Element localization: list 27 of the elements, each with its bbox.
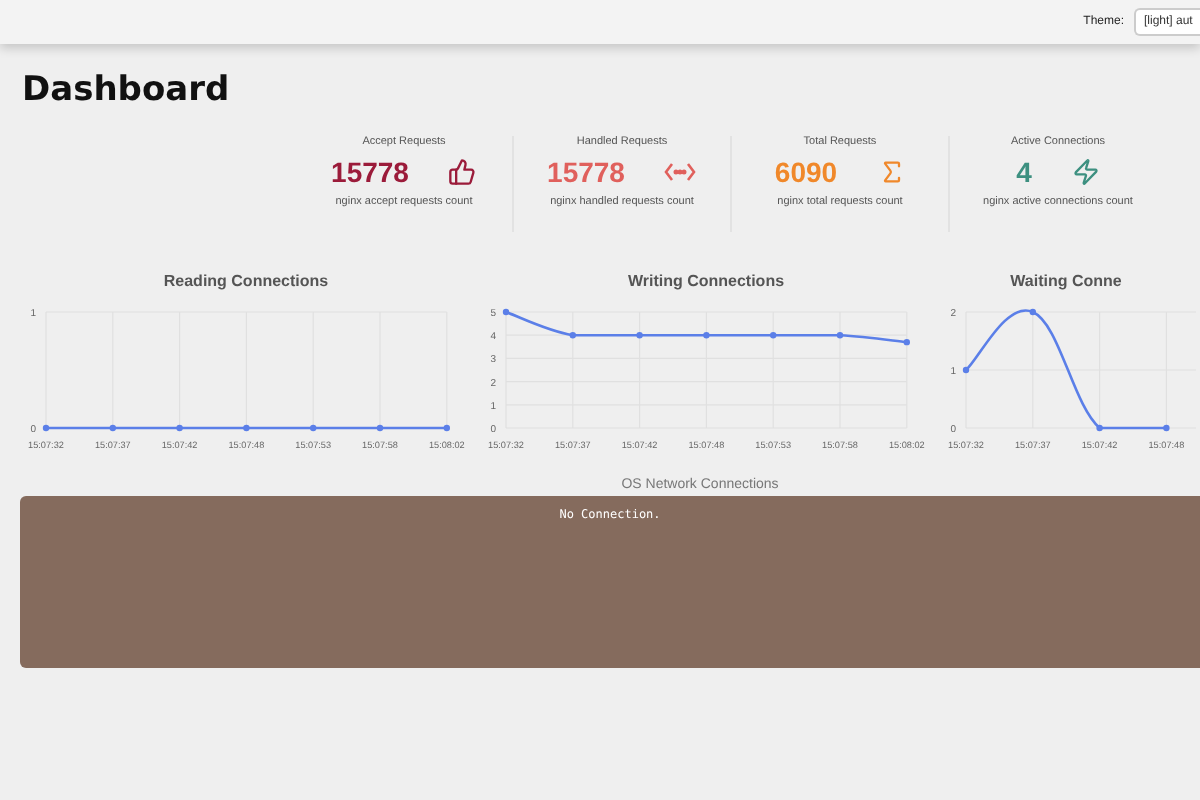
data-point [836, 332, 844, 339]
stat-value: 6090 [774, 156, 838, 188]
data-point [962, 366, 970, 374]
data-point [243, 424, 250, 432]
data-point [703, 332, 710, 339]
stat-value: 4 [1016, 156, 1032, 188]
stat-value: 15778 [547, 156, 625, 188]
chart-title: Writing Connections [627, 272, 785, 290]
page-title: Dashboard [22, 70, 230, 110]
chart-title: Reading Connections [163, 272, 329, 290]
data-point [109, 424, 116, 432]
data-point [376, 424, 384, 432]
data-point [569, 332, 576, 339]
data-point [770, 332, 777, 339]
code-icon [664, 162, 697, 182]
data-point [502, 308, 510, 316]
data-point [443, 424, 450, 432]
data-point [903, 338, 910, 346]
chart-title: Waiting Conne [1010, 272, 1122, 290]
data-point [176, 424, 183, 432]
stat-value: 15778 [331, 156, 409, 188]
data-point [1029, 308, 1036, 316]
data-point [1096, 424, 1103, 432]
data-point [1163, 424, 1170, 432]
data-point [636, 332, 643, 339]
data-point [42, 424, 50, 432]
data-point [310, 424, 317, 432]
